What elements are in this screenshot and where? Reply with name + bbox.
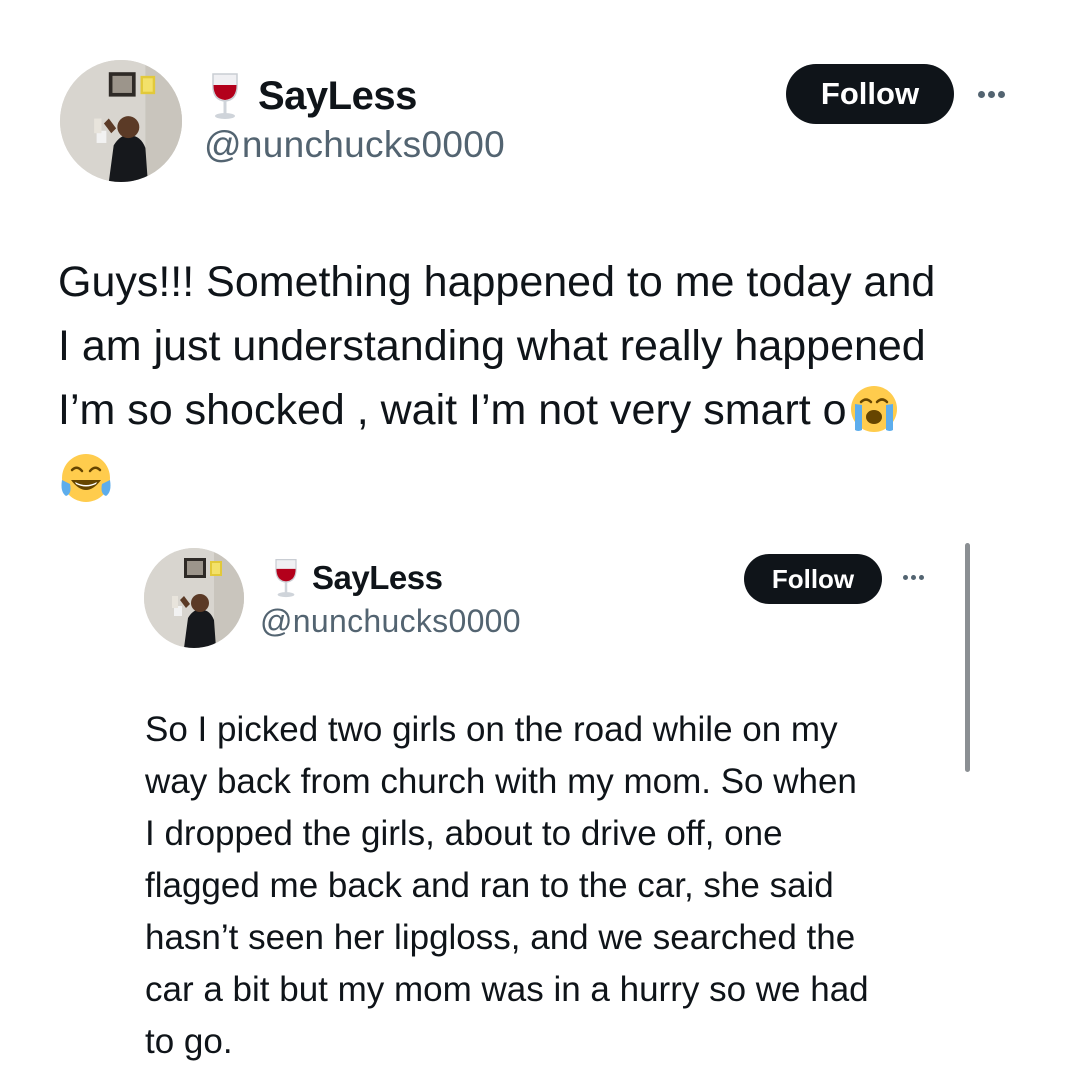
quoted-text-line: hasn’t seen her lipgloss, and we searche…: [145, 918, 856, 957]
quoted-tweet-text: So I picked two girls on the road while …: [145, 704, 945, 1068]
author-display-name[interactable]: SayLess: [258, 74, 417, 119]
quoted-text-line: I dropped the girls, about to drive off,…: [145, 814, 783, 853]
quoted-follow-button[interactable]: Follow: [744, 554, 882, 604]
quoted-more-options-icon[interactable]: [903, 575, 924, 580]
quoted-author-display-name[interactable]: SayLess: [312, 559, 443, 597]
tweet-text: Guys!!! Something happened to me today a…: [58, 250, 1018, 506]
quoted-text-line: way back from church with my mom. So whe…: [145, 762, 857, 801]
quoted-text-line: car a bit but my mom was in a hurry so w…: [145, 970, 869, 1009]
author-name-row[interactable]: SayLess: [206, 70, 417, 122]
quoted-author-handle[interactable]: @nunchucks0000: [260, 603, 521, 640]
author-avatar[interactable]: [60, 60, 182, 182]
avatar-photo: [144, 548, 244, 648]
follow-button[interactable]: Follow: [786, 64, 954, 124]
tweet-text-line: I am just understanding what really happ…: [58, 322, 926, 370]
loudly-crying-face-emoji-icon: [849, 384, 899, 434]
quoted-text-line: to go.: [145, 1022, 233, 1061]
avatar-photo: [60, 60, 182, 182]
more-options-icon[interactable]: [978, 91, 1005, 98]
quoted-text-line: So I picked two girls on the road while …: [145, 710, 838, 749]
quoted-author-avatar[interactable]: [144, 548, 244, 648]
wine-glass-icon: [270, 558, 302, 598]
author-handle[interactable]: @nunchucks0000: [204, 124, 505, 166]
tweet-emoji-line: [58, 442, 1018, 506]
wine-glass-icon: [206, 72, 244, 120]
quoted-author-name-row[interactable]: SayLess: [270, 556, 443, 600]
quoted-text-line: flagged me back and ran to the car, she …: [145, 866, 834, 905]
face-with-tears-of-joy-emoji-icon: [58, 450, 114, 506]
tweet-text-line-with-emoji: I’m so shocked , wait I’m not very smart…: [58, 378, 1018, 442]
scrollbar[interactable]: [965, 543, 970, 772]
tweet-text-line: Guys!!! Something happened to me today a…: [58, 258, 936, 306]
tweet-text-line: I’m so shocked , wait I’m not very smart…: [58, 386, 847, 434]
